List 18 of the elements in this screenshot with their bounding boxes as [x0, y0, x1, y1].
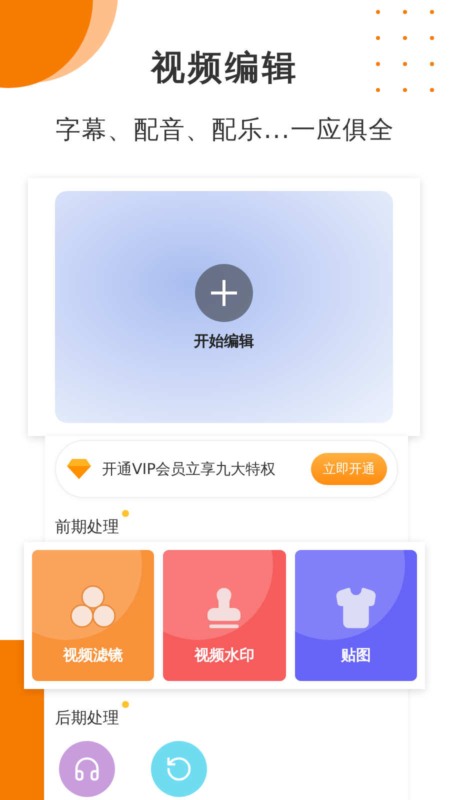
diamond-icon — [66, 458, 92, 480]
tool-tile[interactable]: 视频滤镜 — [32, 550, 154, 681]
open-vip-button[interactable]: 立即开通 — [311, 453, 387, 485]
start-edit-label: 开始编辑 — [194, 332, 254, 350]
rotate-icon — [165, 755, 193, 783]
circles-icon — [69, 584, 118, 630]
section-title: 后期处理 — [55, 707, 125, 729]
plus-icon — [209, 278, 239, 308]
promo-subtitle: 字幕、配音、配乐...一应俱全 — [54, 114, 396, 146]
tool-tile[interactable]: 贴图 — [294, 550, 417, 681]
dot-marker — [122, 510, 129, 517]
headphones-icon — [73, 755, 101, 783]
promo-title: 视频编辑 — [149, 48, 300, 88]
tool-tile[interactable]: 视频水印 — [163, 550, 286, 681]
shirt-icon — [334, 586, 378, 630]
section-title: 前期处理 — [55, 516, 125, 538]
vip-text: 开通VIP会员立享九大特权 — [102, 460, 277, 478]
dot-marker — [122, 701, 129, 708]
